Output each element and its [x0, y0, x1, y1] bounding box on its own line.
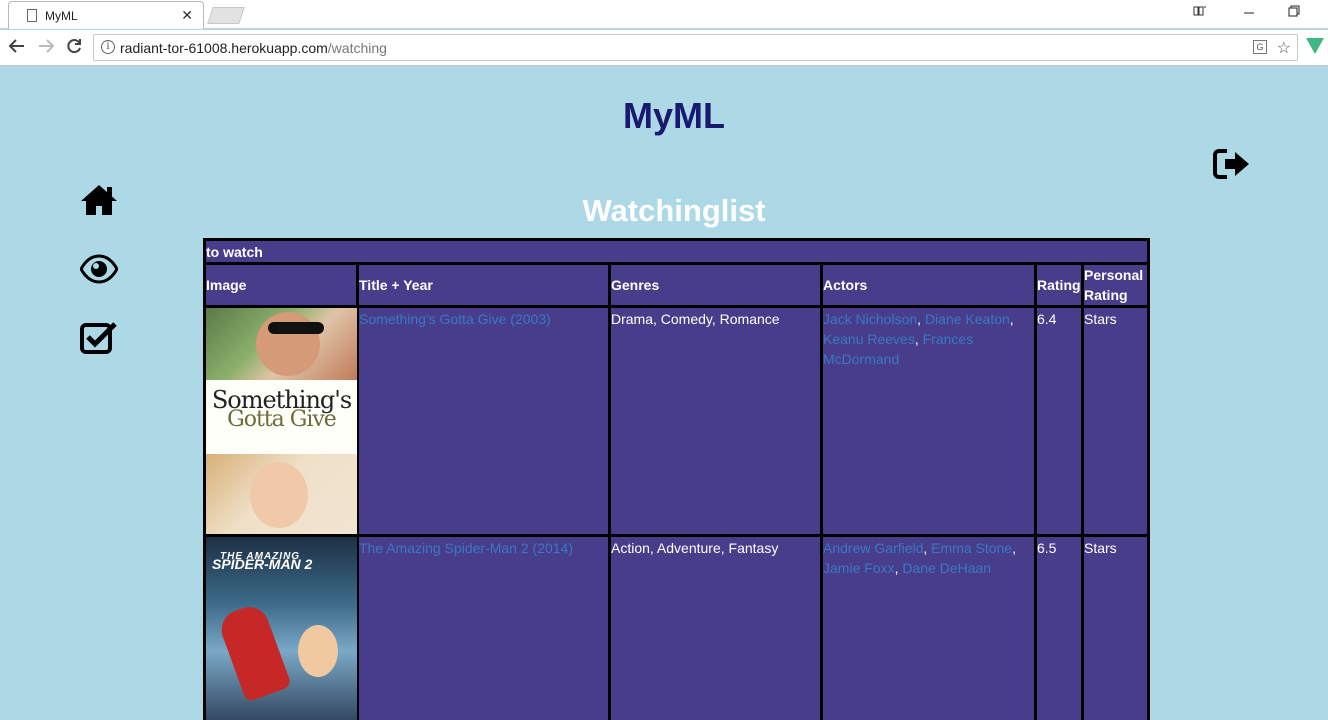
table-row: Something's Gotta Give Something's Gotta… [203, 305, 1151, 537]
profile-icon[interactable] [1193, 5, 1207, 20]
browser-tab-bar: MyML ✕ [0, 0, 1328, 29]
actor-link[interactable]: Dane DeHaan [902, 560, 991, 576]
new-tab-button[interactable] [207, 7, 245, 24]
poster-cell: THE AMAZING SPIDER-MAN 2 [203, 534, 359, 720]
vue-devtools-icon[interactable] [1306, 38, 1324, 54]
url-text: radiant-tor-61008.herokuapp.com/watching [120, 40, 387, 56]
actor-link[interactable]: Jamie Foxx [823, 560, 895, 576]
actor-link[interactable]: Emma Stone [931, 540, 1012, 556]
personal-rating-cell: Stars [1080, 305, 1151, 537]
rating-cell: 6.4 [1034, 305, 1084, 537]
table-row: THE AMAZING SPIDER-MAN 2 The Amazing Spi… [203, 534, 1151, 720]
header-title: Title + Year [356, 262, 611, 308]
reload-icon[interactable] [63, 37, 85, 59]
table-header-row: Image Title + Year Genres Actors Rating … [203, 262, 1151, 308]
header-image: Image [203, 262, 359, 308]
table-caption: to watch [202, 238, 1151, 265]
document-icon [27, 9, 37, 22]
header-genres: Genres [608, 262, 823, 308]
movie-poster: THE AMAZING SPIDER-MAN 2 [206, 537, 357, 720]
page-heading: Watchinglist [582, 193, 766, 228]
restore-icon[interactable] [1288, 5, 1300, 20]
check-square-icon[interactable] [80, 320, 118, 354]
movie-poster: Something's Gotta Give [206, 308, 357, 534]
watchlist-table: to watch Image Title + Year Genres Actor… [202, 238, 1151, 720]
minimize-icon[interactable] [1243, 2, 1255, 19]
bookmark-star-icon[interactable]: ☆ [1277, 38, 1291, 58]
rating-cell: 6.5 [1034, 534, 1084, 720]
sign-out-icon[interactable] [1213, 147, 1251, 181]
actor-link[interactable]: Diane Keaton [925, 311, 1010, 327]
personal-rating-cell: Stars [1080, 534, 1151, 720]
genres-cell: Drama, Comedy, Romance [608, 305, 823, 537]
site-title: MyML [623, 95, 725, 136]
header-personal-rating: Personal Rating [1080, 262, 1151, 308]
poster-cell: Something's Gotta Give [203, 305, 359, 537]
eye-icon[interactable] [80, 252, 118, 286]
actors-cell: Jack Nicholson, Diane Keaton, Keanu Reev… [820, 305, 1037, 537]
browser-tab[interactable]: MyML ✕ [8, 1, 204, 29]
movie-title-link[interactable]: The Amazing Spider-Man 2 (2014) [359, 540, 573, 556]
info-icon[interactable]: i [101, 40, 115, 54]
actor-link[interactable]: Keanu Reeves [823, 331, 915, 347]
header-actors: Actors [820, 262, 1037, 308]
translate-icon[interactable]: G [1253, 40, 1267, 54]
title-cell: Something's Gotta Give (2003) [356, 305, 611, 537]
forward-icon[interactable] [35, 37, 57, 59]
actor-link[interactable]: Jack Nicholson [823, 311, 917, 327]
title-cell: The Amazing Spider-Man 2 (2014) [356, 534, 611, 720]
actor-link[interactable]: Andrew Garfield [823, 540, 923, 556]
back-icon[interactable] [6, 37, 28, 59]
tab-title: MyML [45, 9, 78, 23]
movie-title-link[interactable]: Something's Gotta Give (2003) [359, 311, 551, 327]
genres-cell: Action, Adventure, Fantasy [608, 534, 823, 720]
browser-toolbar: i radiant-tor-61008.herokuapp.com/watchi… [0, 30, 1328, 66]
actors-cell: Andrew Garfield, Emma Stone, Jamie Foxx,… [820, 534, 1037, 720]
tab-close-icon[interactable]: ✕ [181, 7, 193, 24]
header-rating: Rating [1034, 262, 1084, 308]
address-bar[interactable]: i radiant-tor-61008.herokuapp.com/watchi… [93, 34, 1298, 61]
